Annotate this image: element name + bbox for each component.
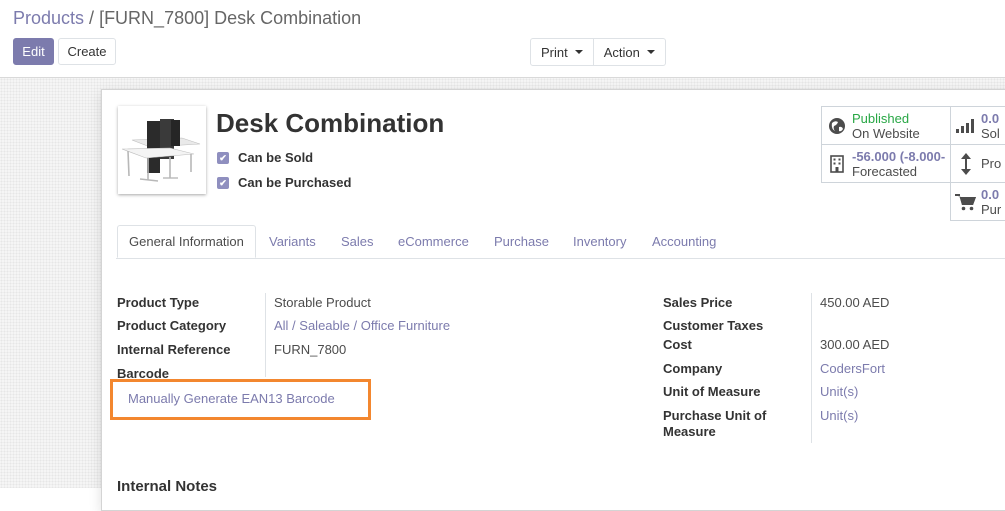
can-be-sold-field: ✔ Can be Sold [217,150,313,165]
edit-button[interactable]: Edit [13,38,54,65]
breadcrumb-products-link[interactable]: Products [13,8,84,28]
tab-ecommerce[interactable]: eCommerce [398,225,469,258]
action-label: Action [603,44,640,60]
purchase-uom-label-line1: Purchase Unit of [663,408,767,423]
action-button-group: Print Action [530,38,666,66]
sales-price-label: Sales Price [663,295,733,310]
print-dropdown[interactable]: Print [530,38,594,66]
product-type-label: Product Type [117,295,200,310]
internal-reference-label: Internal Reference [117,342,231,357]
product-image[interactable] [118,106,206,194]
action-dropdown[interactable]: Action [593,38,666,66]
product-moves-smart-button[interactable]: Pro [950,144,1005,183]
signal-icon [951,118,981,134]
cost-value[interactable]: 300.00 AED [820,337,889,353]
forecast-value: -56.000 (-8.000- [852,148,946,164]
arrows-v-icon [951,152,981,175]
tab-purchase[interactable]: Purchase [494,225,549,258]
product-name: Desk Combination [216,108,445,138]
product-type-value[interactable]: Storable Product [274,295,371,311]
tab-accounting[interactable]: Accounting [652,225,716,258]
breadcrumb-current: [FURN_7800] Desk Combination [99,8,362,28]
field-separator-left [265,293,266,377]
product-moves-label: Pro [981,156,1002,171]
cart-icon [951,193,981,211]
sold-label: Sol [981,125,1000,141]
field-separator-right [811,293,812,443]
purchase-uom-link[interactable]: Unit(s) [820,408,858,424]
tab-sales[interactable]: Sales [341,225,374,258]
customer-taxes-label: Customer Taxes [663,318,764,333]
cost-label: Cost [663,337,692,352]
purchase-uom-label: Purchase Unit of Measure [663,408,766,440]
tab-inventory[interactable]: Inventory [573,225,626,258]
can-be-sold-label: Can be Sold [238,150,314,165]
purchased-value: 0.0 [981,186,1000,202]
caret-down-icon [646,50,655,54]
can-be-purchased-label: Can be Purchased [238,175,352,190]
on-website-label: On Website [852,125,920,141]
product-category-label: Product Category [117,318,227,333]
tab-variants[interactable]: Variants [269,225,316,258]
can-be-purchased-field: ✔ Can be Purchased [217,175,351,190]
highlight-box [110,379,371,420]
company-link[interactable]: CodersFort [820,361,885,377]
unit-of-measure-label: Unit of Measure [663,384,761,399]
sold-value: 0.0 [981,110,1000,126]
forecasted-smart-button[interactable]: -56.000 (-8.000- Forecasted [821,144,951,183]
breadcrumb: Products / [FURN_7800] Desk Combination [13,8,361,29]
caret-down-icon [574,50,583,54]
company-label: Company [663,361,723,376]
published-status: Published [852,110,910,126]
published-smart-button[interactable]: Published On Website [821,106,951,145]
print-label: Print [541,44,568,60]
purchased-smart-button[interactable]: 0.0 Pur [950,182,1005,221]
sales-price-value[interactable]: 450.00 AED [820,295,889,311]
unit-of-measure-link[interactable]: Unit(s) [820,384,858,400]
internal-reference-value[interactable]: FURN_7800 [274,342,346,358]
product-category-link[interactable]: All / Saleable / Office Furniture [274,318,450,334]
desk-combination-icon [121,119,201,182]
breadcrumb-separator: / [89,8,95,28]
tab-general-information[interactable]: General Information [117,225,256,258]
globe-icon [822,117,852,135]
purchase-uom-label-line2: Measure [663,424,716,439]
create-button[interactable]: Create [58,38,116,65]
sold-smart-button[interactable]: 0.0 Sol [950,106,1005,145]
forecasted-label: Forecasted [852,163,918,179]
can-be-sold-checkbox[interactable]: ✔ [217,151,229,164]
notebook-tabs: General Information Variants Sales eComm… [116,225,1005,259]
purchased-label: Pur [981,201,1002,217]
building-icon [822,154,852,173]
can-be-purchased-checkbox[interactable]: ✔ [217,176,229,189]
